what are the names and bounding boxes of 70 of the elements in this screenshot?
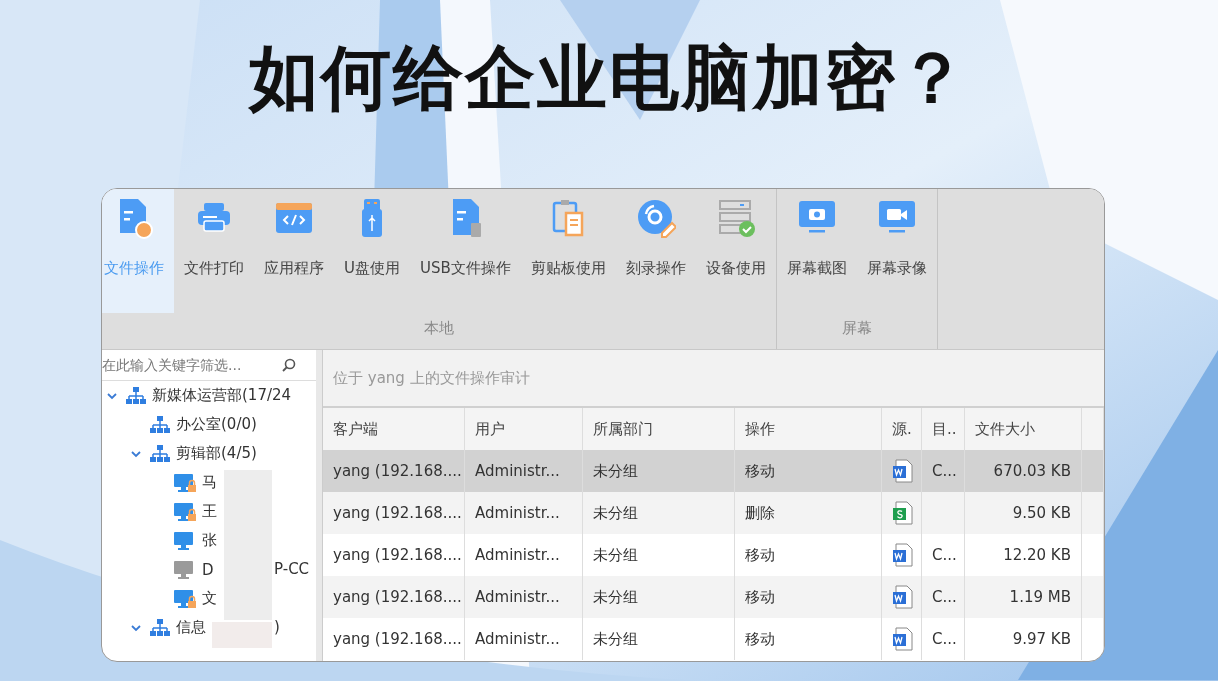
- table-cell: 移动: [735, 618, 882, 660]
- toolbar-button[interactable]: 屏幕录像: [856, 189, 937, 313]
- table-cell: 删除: [735, 492, 882, 534]
- column-header[interactable]: 客户端: [323, 408, 465, 450]
- column-header[interactable]: 文件大小: [965, 408, 1082, 450]
- table-cell: 未分组: [583, 618, 735, 660]
- org-chart-icon: [150, 415, 170, 434]
- panel-title: 位于 yang 上的文件操作审计: [323, 350, 1104, 408]
- word-document-icon: [892, 543, 914, 567]
- toolbar-button[interactable]: 屏幕截图: [776, 189, 857, 313]
- chevron-down-icon[interactable]: [107, 391, 117, 400]
- table-cell: Administr...: [465, 618, 583, 660]
- toolbar-button[interactable]: U盘使用: [334, 189, 410, 313]
- disc-icon: [635, 197, 676, 239]
- tree-label[interactable]: 办公室(0/0): [176, 415, 257, 434]
- tree-label: ): [274, 618, 280, 636]
- table-cell: yang (192.168....: [323, 492, 465, 534]
- chevron-down-icon[interactable]: [131, 449, 141, 458]
- table-cell: Administr...: [465, 576, 583, 618]
- chevron-down-icon[interactable]: [131, 623, 141, 632]
- search-icon[interactable]: [282, 358, 296, 372]
- headline: 如何给企业电脑加密？: [249, 36, 969, 121]
- tree-label: P-CC: [274, 560, 310, 578]
- column-header[interactable]: 操作: [735, 408, 882, 450]
- table-cell: yang (192.168....: [323, 450, 465, 492]
- org-chart-icon: [150, 444, 170, 463]
- tree-label[interactable]: 文: [202, 589, 217, 608]
- group-label: 本地: [422, 318, 455, 338]
- table-cell: 移动: [735, 450, 882, 492]
- org-chart-icon: [150, 618, 170, 637]
- tree-label[interactable]: D: [202, 560, 214, 579]
- toolbar-button[interactable]: 剪贴板使用: [520, 189, 616, 313]
- toolbar-button[interactable]: 刻录操作: [615, 189, 696, 313]
- tree-label[interactable]: 马: [202, 473, 217, 492]
- column-header[interactable]: 源.: [882, 408, 922, 450]
- org-chart-icon: [126, 386, 146, 405]
- tree-label[interactable]: 信息: [176, 618, 206, 637]
- word-document-icon: [892, 459, 914, 483]
- toolbar-button[interactable]: USB文件操作: [410, 189, 521, 313]
- column-header[interactable]: 所属部门: [583, 408, 735, 450]
- table-cell: 9.97 KB: [965, 618, 1082, 660]
- table-cell: Administr...: [465, 450, 583, 492]
- table-cell: 未分组: [583, 576, 735, 618]
- table-cell: 移动: [735, 576, 882, 618]
- table-cell: 未分组: [583, 492, 735, 534]
- toolbar-button[interactable]: 设备使用: [695, 189, 776, 313]
- table-cell: C...: [922, 576, 965, 618]
- table-cell: Administr...: [465, 492, 583, 534]
- tree-label[interactable]: 新媒体运营部(17/24: [152, 386, 292, 405]
- table-cell: 1.19 MB: [965, 576, 1082, 618]
- tree-label[interactable]: 剪辑部(4/5): [176, 444, 257, 463]
- table-cell: C...: [922, 618, 965, 660]
- table-cell: C...: [922, 450, 965, 492]
- table-cell: 670.03 KB: [965, 450, 1082, 492]
- table-cell: [1082, 450, 1104, 492]
- word-document-icon: [892, 585, 914, 609]
- table-cell: 未分组: [583, 450, 735, 492]
- table-cell: 9.50 KB: [965, 492, 1082, 534]
- toolbar-button[interactable]: 文件打印: [174, 189, 254, 313]
- table-cell: yang (192.168....: [323, 618, 465, 660]
- word-document-icon: [892, 627, 914, 651]
- spreadsheet-icon: [892, 501, 914, 525]
- toolbar-button[interactable]: 应用程序: [254, 189, 334, 313]
- tree-label[interactable]: 张: [202, 531, 217, 550]
- table-cell: yang (192.168....: [323, 576, 465, 618]
- tree-label[interactable]: 王: [202, 502, 217, 521]
- group-label: 屏幕: [840, 318, 873, 338]
- column-header[interactable]: 目..: [922, 408, 965, 450]
- column-header[interactable]: 用户: [465, 408, 583, 450]
- search-field[interactable]: 在此输入关键字筛选...: [102, 357, 282, 373]
